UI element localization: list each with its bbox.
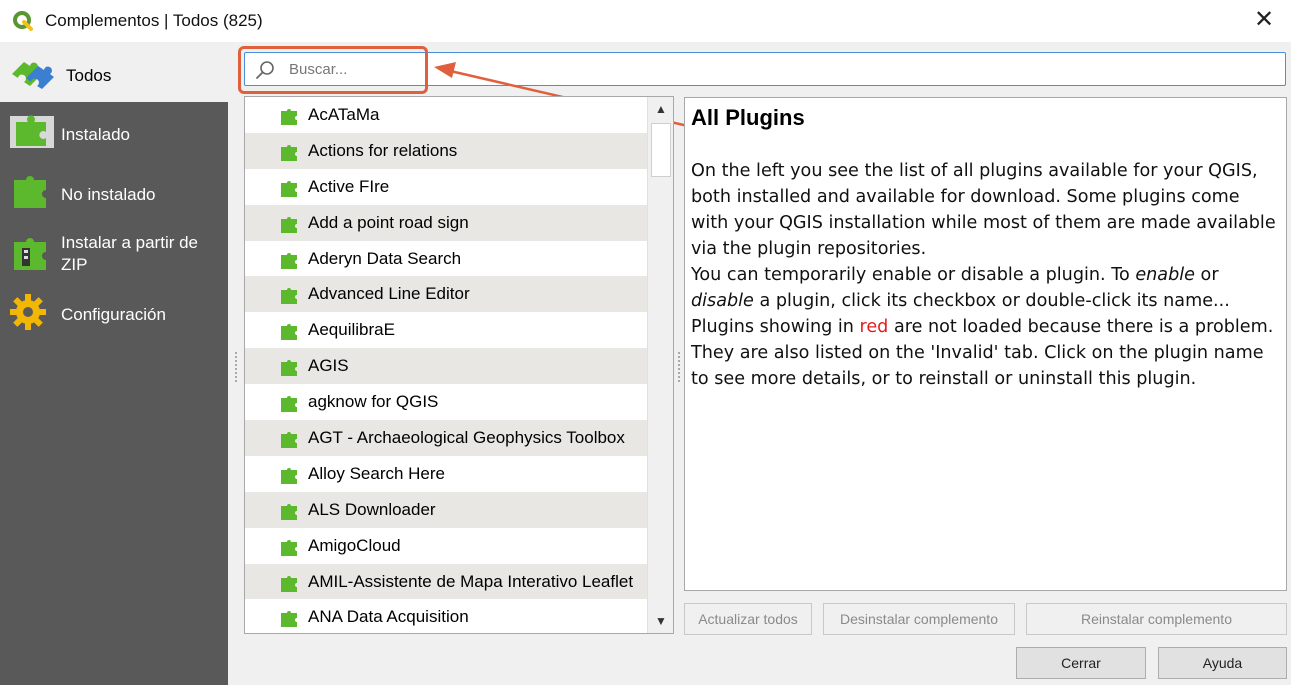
- plugin-puzzle-icon: [281, 396, 297, 413]
- sidebar-item-todos[interactable]: Todos: [0, 42, 228, 102]
- search-box[interactable]: [244, 52, 1286, 86]
- plugin-name: AGIS: [308, 356, 349, 376]
- plugin-list-item[interactable]: AGIS: [245, 348, 647, 385]
- sidebar-item-label: Todos: [66, 66, 112, 85]
- plugin-puzzle-icon: [281, 324, 297, 341]
- plugin-puzzle-icon: [281, 360, 297, 377]
- sidebar-item-configuracion[interactable]: Configuración: [0, 286, 228, 346]
- all-plugins-icon: [12, 62, 54, 89]
- help-button[interactable]: Ayuda: [1158, 647, 1287, 679]
- description-paragraph: Plugins showing in red are not loaded be…: [691, 317, 1274, 389]
- title-bar: Complementos | Todos (825) ✕: [0, 0, 1291, 42]
- scroll-up-arrow-icon[interactable]: ▲: [648, 97, 673, 121]
- sidebar-item-label: Instalar a partir de ZIP: [61, 233, 199, 274]
- close-button[interactable]: Cerrar: [1016, 647, 1146, 679]
- splitter-handle[interactable]: [678, 352, 681, 382]
- plugin-name: Add a point road sign: [308, 212, 469, 232]
- description-title: All Plugins: [691, 105, 805, 130]
- plugin-puzzle-icon: [281, 144, 297, 161]
- plugin-name: Alloy Search Here: [308, 463, 446, 483]
- plugin-name: agknow for QGIS: [308, 392, 439, 412]
- close-window-button[interactable]: ✕: [1249, 5, 1279, 35]
- plugin-puzzle-icon: [281, 503, 297, 520]
- plugin-list-item[interactable]: Active FIre: [245, 169, 647, 205]
- plugin-name: Aderyn Data Search: [308, 248, 462, 268]
- scroll-thumb[interactable]: [651, 123, 671, 177]
- plugin-list-scrollbar[interactable]: ▲ ▼: [647, 97, 673, 633]
- plugin-puzzle-icon: [281, 216, 297, 233]
- plugin-list-item[interactable]: Advanced Line Editor: [245, 276, 647, 313]
- search-icon: [256, 61, 274, 79]
- plugin-puzzle-icon: [281, 467, 297, 484]
- plugin-name: Actions for relations: [308, 140, 458, 160]
- plugin-name: Active FIre: [308, 176, 390, 196]
- plugin-list-item[interactable]: Alloy Search Here: [245, 456, 647, 492]
- plugin-name: AequilibraE: [308, 320, 395, 340]
- reinstall-plugin-button[interactable]: Reinstalar complemento: [1026, 603, 1287, 635]
- description-paragraph: You can temporarily enable or disable a …: [691, 265, 1230, 311]
- scroll-down-arrow-icon[interactable]: ▼: [648, 609, 673, 633]
- install-zip-icon: [14, 238, 46, 270]
- uninstall-plugin-button[interactable]: Desinstalar complemento: [823, 603, 1015, 635]
- sidebar-item-label: Configuración: [61, 305, 166, 324]
- qgis-logo-icon: [13, 11, 33, 31]
- plugin-list-item[interactable]: AGT - Archaeological Geophysics Toolbox: [245, 420, 647, 456]
- plugin-name: AMIL-Assistente de Mapa Interativo Leafl…: [308, 571, 634, 591]
- window-title: Complementos | Todos (825): [45, 11, 263, 30]
- plugin-puzzle-icon: [281, 611, 297, 628]
- sidebar-item-label: Instalado: [61, 125, 130, 144]
- plugin-name: AmigoCloud: [308, 535, 401, 555]
- plugin-list-item[interactable]: ALS Downloader: [245, 491, 647, 528]
- installed-plugins-icon: [10, 115, 54, 148]
- plugin-name: AcATaMa: [308, 105, 380, 124]
- sidebar: Todos Instalado No instalado Instalar a …: [0, 42, 228, 685]
- search-input[interactable]: [289, 57, 1269, 81]
- plugin-name: AGT - Archaeological Geophysics Toolbox: [308, 428, 625, 448]
- update-all-button[interactable]: Actualizar todos: [684, 603, 812, 635]
- plugin-puzzle-icon: [281, 288, 297, 305]
- splitter-handle[interactable]: [235, 352, 238, 382]
- plugin-list-item[interactable]: AMIL-Assistente de Mapa Interativo Leafl…: [245, 563, 647, 600]
- plugin-list-item[interactable]: agknow for QGIS: [245, 384, 647, 420]
- plugin-list-item[interactable]: ANA Data Acquisition: [245, 599, 647, 633]
- plugin-puzzle-icon: [281, 575, 297, 592]
- plugin-puzzle-icon: [281, 109, 297, 125]
- plugin-puzzle-icon: [281, 539, 297, 556]
- plugin-list-item[interactable]: Aderyn Data Search: [245, 241, 647, 277]
- plugin-name: ALS Downloader: [308, 499, 436, 519]
- sidebar-item-no-instalado[interactable]: No instalado: [0, 164, 228, 224]
- sidebar-item-label: No instalado: [61, 185, 156, 204]
- settings-gear-icon: [10, 294, 46, 330]
- description-paragraph: On the left you see the list of all plug…: [691, 161, 1276, 259]
- plugin-name: Advanced Line Editor: [308, 284, 470, 304]
- not-installed-plugins-icon: [14, 176, 46, 208]
- plugin-list-item[interactable]: Add a point road sign: [245, 204, 647, 241]
- plugin-list-item[interactable]: AmigoCloud: [245, 528, 647, 564]
- plugin-list-item[interactable]: AequilibraE: [245, 312, 647, 348]
- plugin-puzzle-icon: [281, 432, 297, 449]
- plugin-description-panel: All Plugins On the left you see the list…: [684, 97, 1287, 591]
- sidebar-item-instalado[interactable]: Instalado: [0, 104, 228, 164]
- plugin-list-item[interactable]: AcATaMa: [245, 97, 647, 133]
- plugin-name: ANA Data Acquisition: [308, 607, 469, 627]
- plugin-list[interactable]: AcATaMa Actions for relations Active FIre A…: [244, 96, 674, 634]
- plugin-puzzle-icon: [281, 252, 297, 269]
- plugin-list-item[interactable]: Actions for relations: [245, 132, 647, 169]
- sidebar-item-instalar-zip[interactable]: Instalar a partir de ZIP: [0, 224, 228, 288]
- plugin-puzzle-icon: [281, 180, 297, 197]
- plugin-list-rows: AcATaMa Actions for relations Active FIre A…: [245, 97, 647, 633]
